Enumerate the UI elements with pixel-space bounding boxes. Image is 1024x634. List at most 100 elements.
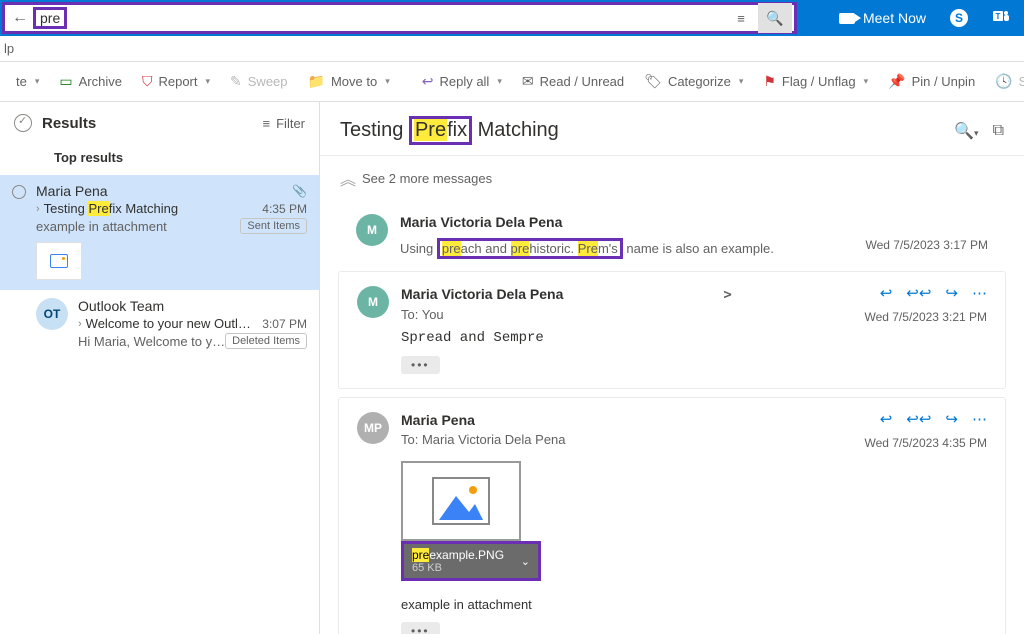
message-time: Wed 7/5/2023 3:21 PM xyxy=(864,310,987,324)
message-actions: ↩ ↩↩ ↪ ⋯ xyxy=(880,410,987,428)
conversation-message[interactable]: ↩ ↩↩ ↪ ⋯ MP Maria Pena To: Maria Victori… xyxy=(338,397,1006,634)
chevron-down-icon[interactable]: ▾ xyxy=(206,76,211,87)
teams-icon[interactable]: T xyxy=(992,8,1010,29)
attachment-tile[interactable]: preexample.PNG 65 KB ⌄ xyxy=(401,461,541,581)
select-all-checkbox[interactable] xyxy=(14,114,32,132)
double-chevron-up-icon: ︽ xyxy=(340,166,352,190)
message-body: example in attachment xyxy=(401,597,987,612)
message-body: Spread and Sempre xyxy=(401,330,987,346)
message-from: Maria Pena xyxy=(36,183,292,199)
chevron-down-icon[interactable]: ▾ xyxy=(739,76,744,87)
message-item[interactable]: Maria Pena 📎 › Testing Prefix Matching 4… xyxy=(0,175,319,290)
reply-icon[interactable]: ↩ xyxy=(880,284,893,302)
popout-icon[interactable]: ⧉ xyxy=(993,122,1004,140)
forward-icon[interactable]: ↪ xyxy=(945,410,958,428)
envelope-icon: ✉ xyxy=(522,73,534,90)
delete-button[interactable]: te▾ xyxy=(8,70,47,93)
attachment-thumbnail[interactable] xyxy=(36,242,82,280)
flag-button[interactable]: ⚑Flag / Unflag▾ xyxy=(755,69,876,94)
clock-icon: 🕓 xyxy=(995,73,1012,90)
folder-move-icon: 📁 xyxy=(308,73,325,90)
select-checkbox[interactable] xyxy=(12,298,26,349)
chevron-down-icon[interactable]: ▾ xyxy=(864,76,869,87)
title-bar: ← pre ≡ 🔍 Meet Now S T xyxy=(0,0,1024,36)
pin-button[interactable]: 📌Pin / Unpin xyxy=(880,69,983,94)
message-time: Wed 7/5/2023 3:17 PM xyxy=(865,238,988,252)
zoom-icon[interactable]: 🔍▾ xyxy=(954,121,978,141)
conversation-title: Testing Prefix Matching xyxy=(340,116,954,145)
top-results-section: Top results xyxy=(0,140,319,175)
expand-arrow-icon[interactable]: › xyxy=(78,318,82,330)
flag-icon: ⚑ xyxy=(763,73,776,90)
message-header: M Maria Victoria Dela Pena Using preach … xyxy=(356,214,988,259)
tag-icon: 🏷 xyxy=(644,73,662,90)
message-snippet: Hi Maria, Welcome to y… Deleted Items xyxy=(78,333,307,349)
message-item-body: Maria Pena 📎 › Testing Prefix Matching 4… xyxy=(36,183,307,280)
search-back-arrow-icon[interactable]: ← xyxy=(11,9,29,27)
meet-now-button[interactable]: Meet Now xyxy=(839,10,926,26)
chevron-down-icon[interactable]: ▾ xyxy=(35,76,40,87)
shield-icon: ⛉ xyxy=(142,73,153,90)
meet-now-label: Meet Now xyxy=(863,10,926,26)
image-icon xyxy=(50,254,68,268)
sweep-button[interactable]: ✎Sweep xyxy=(222,69,295,94)
quoted-text-toggle[interactable]: ••• xyxy=(401,356,440,374)
message-time: 4:35 PM xyxy=(254,202,307,216)
attachment-label[interactable]: preexample.PNG 65 KB ⌄ xyxy=(401,541,541,581)
results-header: Results ≡Filter xyxy=(0,102,319,140)
camera-icon xyxy=(839,13,855,24)
select-checkbox[interactable] xyxy=(12,183,26,280)
search-box[interactable]: ← pre ≡ 🔍 xyxy=(2,2,797,34)
message-snippet: example in attachment Sent Items xyxy=(36,218,307,234)
reply-all-button[interactable]: ↩Reply all▾ xyxy=(414,69,510,94)
chevron-down-icon[interactable]: ▾ xyxy=(497,76,502,87)
report-button[interactable]: ⛉Report▾ xyxy=(134,69,218,94)
folder-badge: Sent Items xyxy=(240,218,307,234)
expand-arrow-icon[interactable]: › xyxy=(36,203,40,215)
search-input[interactable]: pre xyxy=(29,5,726,31)
ribbon-tabs: lp xyxy=(0,36,1024,62)
header-right: Meet Now S T xyxy=(799,0,1024,36)
snooze-button[interactable]: 🕓Snooze▾ xyxy=(987,69,1024,94)
message-time: Wed 7/5/2023 4:35 PM xyxy=(864,436,987,450)
help-tab[interactable]: lp xyxy=(4,41,14,56)
see-more-messages[interactable]: ︽ See 2 more messages xyxy=(320,156,1024,200)
chevron-down-icon[interactable]: ▾ xyxy=(385,76,390,87)
avatar: M xyxy=(356,214,388,246)
search-submit-icon[interactable]: 🔍 xyxy=(758,3,792,33)
categorize-button[interactable]: 🏷Categorize▾ xyxy=(636,69,751,94)
reading-pane: Testing Prefix Matching 🔍▾ ⧉ ︽ See 2 mor… xyxy=(320,102,1024,634)
conversation-message[interactable]: M Maria Victoria Dela Pena Using preach … xyxy=(338,200,1006,263)
reply-all-icon: ↩ xyxy=(422,73,434,90)
avatar: OT xyxy=(36,298,68,330)
main-content: Results ≡Filter Top results Maria Pena 📎… xyxy=(0,102,1024,634)
archive-button[interactable]: ▭Archive xyxy=(51,69,130,94)
avatar: MP xyxy=(357,412,389,444)
filter-icon: ≡ xyxy=(263,116,271,131)
command-toolbar: te▾ ▭Archive ⛉Report▾ ✎Sweep 📁Move to▾ ↩… xyxy=(0,62,1024,102)
more-icon[interactable]: ⋯ xyxy=(972,410,987,428)
quoted-text-toggle[interactable]: ••• xyxy=(401,622,440,634)
move-to-button[interactable]: 📁Move to▾ xyxy=(300,69,398,94)
message-from: Maria Victoria Dela Pena xyxy=(400,214,988,230)
reply-all-icon[interactable]: ↩↩ xyxy=(906,284,931,302)
message-item[interactable]: OT Outlook Team › Welcome to your new Ou… xyxy=(0,290,319,359)
message-actions: ↩ ↩↩ ↪ ⋯ xyxy=(880,284,987,302)
search-filter-icon[interactable]: ≡ xyxy=(726,11,756,26)
skype-icon[interactable]: S xyxy=(950,9,968,27)
filter-button[interactable]: ≡Filter xyxy=(263,116,305,131)
message-time: 3:07 PM xyxy=(254,317,307,331)
pin-icon: 📌 xyxy=(888,73,905,90)
message-from: Outlook Team xyxy=(78,298,307,314)
forward-icon[interactable]: ↪ xyxy=(945,284,958,302)
conversation-message[interactable]: ↩ ↩↩ ↪ ⋯ M Maria Victoria Dela Pena> To:… xyxy=(338,271,1006,389)
read-unread-button[interactable]: ✉Read / Unread xyxy=(514,69,632,94)
archive-icon: ▭ xyxy=(59,73,72,90)
reply-all-icon[interactable]: ↩↩ xyxy=(906,410,931,428)
reply-icon[interactable]: ↩ xyxy=(880,410,893,428)
conversation-header: Testing Prefix Matching 🔍▾ ⧉ xyxy=(320,102,1024,156)
more-icon[interactable]: ⋯ xyxy=(972,284,987,302)
search-query-highlight: pre xyxy=(33,7,67,29)
chevron-down-icon[interactable]: ⌄ xyxy=(521,555,530,568)
arrow-indicator: > xyxy=(723,287,731,303)
